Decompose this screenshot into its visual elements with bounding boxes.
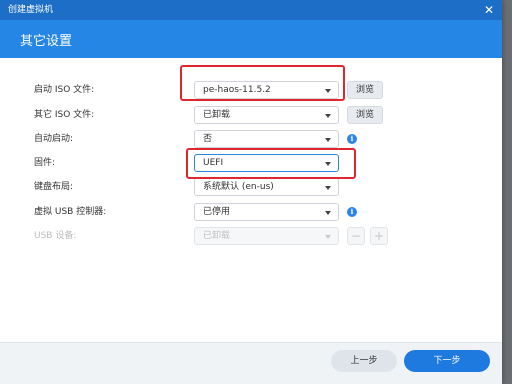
chevron-down-icon [325,186,331,190]
dialog-footer: 上一步 下一步 [0,342,502,384]
boot-iso-label: 启动 ISO 文件: [34,85,95,95]
remove-usb-button[interactable]: − [347,227,365,245]
window-titlebar: 创建虚拟机 ✕ [0,0,502,20]
usb-device-select[interactable]: 已卸载 [194,227,339,245]
row-autostart: 自动启动: 否 i [0,129,502,149]
usb-controller-value: 已停用 [203,207,231,217]
chevron-down-icon [325,138,331,142]
step-title: 其它设置 [20,34,73,49]
boot-iso-browse-button[interactable]: 浏览 [347,81,383,99]
other-iso-browse-button[interactable]: 浏览 [347,106,383,124]
chevron-down-icon [325,114,331,118]
info-icon[interactable]: i [347,207,357,217]
highlight-box-boot-iso [180,65,345,101]
keyboard-select[interactable]: 系统默认 (en-us) [194,178,339,196]
keyboard-value: 系统默认 (en-us) [203,182,274,192]
usb-device-label: USB 设备: [34,231,77,241]
background-scroll-track [502,0,512,384]
autostart-select[interactable]: 否 [194,130,339,148]
next-button[interactable]: 下一步 [404,350,490,372]
create-vm-dialog: 创建虚拟机 ✕ 其它设置 启动 ISO 文件: pe-haos-11.5.2 浏… [0,0,502,384]
usb-controller-select[interactable]: 已停用 [194,203,339,221]
previous-button[interactable]: 上一步 [331,350,397,372]
row-other-iso: 其它 ISO 文件: 已卸载 浏览 [0,105,502,125]
other-iso-value: 已卸载 [203,110,231,120]
close-icon[interactable]: ✕ [484,0,494,20]
chevron-down-icon [325,211,331,215]
chevron-down-icon [325,235,331,239]
usb-controller-label: 虚拟 USB 控制器: [34,207,107,217]
step-header: 其它设置 [0,20,502,58]
other-iso-label: 其它 ISO 文件: [34,110,95,120]
highlight-box-firmware [186,148,356,179]
usb-device-value: 已卸载 [203,231,231,241]
autostart-label: 自动启动: [34,134,74,144]
firmware-label: 固件: [34,158,56,168]
other-iso-select[interactable]: 已卸载 [194,106,339,124]
add-usb-button[interactable]: + [370,227,388,245]
row-usb-controller: 虚拟 USB 控制器: 已停用 i [0,202,502,222]
window-title: 创建虚拟机 [8,5,54,15]
row-keyboard: 键盘布局: 系统默认 (en-us) [0,177,502,197]
keyboard-label: 键盘布局: [34,182,74,192]
info-icon[interactable]: i [347,134,357,144]
row-usb-device: USB 设备: 已卸载 − + [0,226,502,246]
autostart-value: 否 [203,134,213,144]
